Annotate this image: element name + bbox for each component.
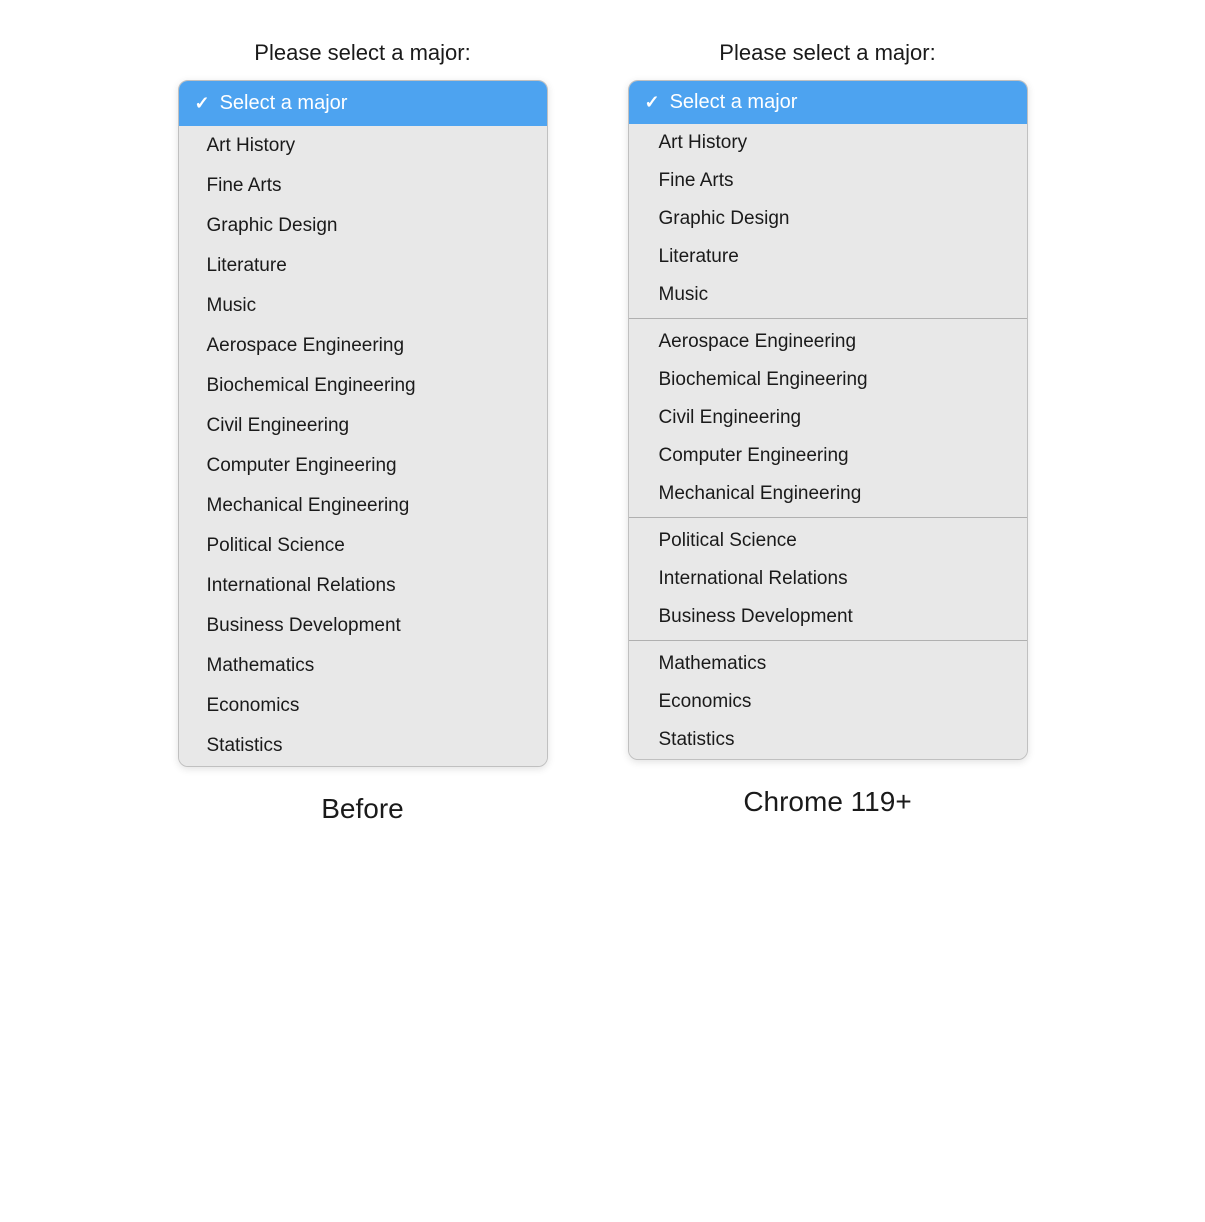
before-item-computer[interactable]: Computer Engineering <box>179 446 547 486</box>
after-item-literature[interactable]: Literature <box>629 238 1027 276</box>
after-item-political[interactable]: Political Science <box>629 522 1027 560</box>
before-selected-label: Select a major <box>220 92 348 115</box>
before-item-literature[interactable]: Literature <box>179 246 547 286</box>
after-item-computer[interactable]: Computer Engineering <box>629 437 1027 475</box>
before-panel: Please select a major: ✓ Select a major … <box>178 40 548 825</box>
divider-2 <box>629 517 1027 518</box>
before-item-statistics[interactable]: Statistics <box>179 726 547 766</box>
before-item-aerospace[interactable]: Aerospace Engineering <box>179 326 547 366</box>
before-item-civil[interactable]: Civil Engineering <box>179 406 547 446</box>
after-item-business[interactable]: Business Development <box>629 598 1027 636</box>
before-item-business[interactable]: Business Development <box>179 606 547 646</box>
divider-1 <box>629 318 1027 319</box>
after-item-fine-arts[interactable]: Fine Arts <box>629 162 1027 200</box>
after-item-art-history[interactable]: Art History <box>629 124 1027 162</box>
before-item-mechanical[interactable]: Mechanical Engineering <box>179 486 547 526</box>
before-label: Please select a major: <box>254 40 470 66</box>
checkmark-icon-after: ✓ <box>645 92 660 113</box>
after-panel: Please select a major: ✓ Select a major … <box>628 40 1028 818</box>
before-item-political[interactable]: Political Science <box>179 526 547 566</box>
before-caption: Before <box>321 793 404 825</box>
before-item-intl-relations[interactable]: International Relations <box>179 566 547 606</box>
after-item-intl-relations[interactable]: International Relations <box>629 560 1027 598</box>
after-item-graphic-design[interactable]: Graphic Design <box>629 200 1027 238</box>
before-item-biochemical[interactable]: Biochemical Engineering <box>179 366 547 406</box>
checkmark-icon: ✓ <box>195 93 210 114</box>
before-selected-option[interactable]: ✓ Select a major <box>179 81 547 126</box>
after-item-economics[interactable]: Economics <box>629 683 1027 721</box>
after-item-mathematics[interactable]: Mathematics <box>629 645 1027 683</box>
after-label: Please select a major: <box>719 40 935 66</box>
after-item-statistics[interactable]: Statistics <box>629 721 1027 759</box>
divider-3 <box>629 640 1027 641</box>
after-item-biochemical[interactable]: Biochemical Engineering <box>629 361 1027 399</box>
after-selected-label: Select a major <box>670 91 798 114</box>
before-item-economics[interactable]: Economics <box>179 686 547 726</box>
before-item-art-history[interactable]: Art History <box>179 126 547 166</box>
after-dropdown[interactable]: ✓ Select a major Art History Fine Arts G… <box>628 80 1028 760</box>
after-item-music[interactable]: Music <box>629 276 1027 314</box>
before-dropdown[interactable]: ✓ Select a major Art History Fine Arts G… <box>178 80 548 767</box>
after-caption: Chrome 119+ <box>743 786 911 818</box>
before-item-music[interactable]: Music <box>179 286 547 326</box>
before-item-mathematics[interactable]: Mathematics <box>179 646 547 686</box>
after-item-aerospace[interactable]: Aerospace Engineering <box>629 323 1027 361</box>
after-selected-option[interactable]: ✓ Select a major <box>629 81 1027 124</box>
before-item-fine-arts[interactable]: Fine Arts <box>179 166 547 206</box>
after-item-mechanical[interactable]: Mechanical Engineering <box>629 475 1027 513</box>
before-item-graphic-design[interactable]: Graphic Design <box>179 206 547 246</box>
after-item-civil[interactable]: Civil Engineering <box>629 399 1027 437</box>
